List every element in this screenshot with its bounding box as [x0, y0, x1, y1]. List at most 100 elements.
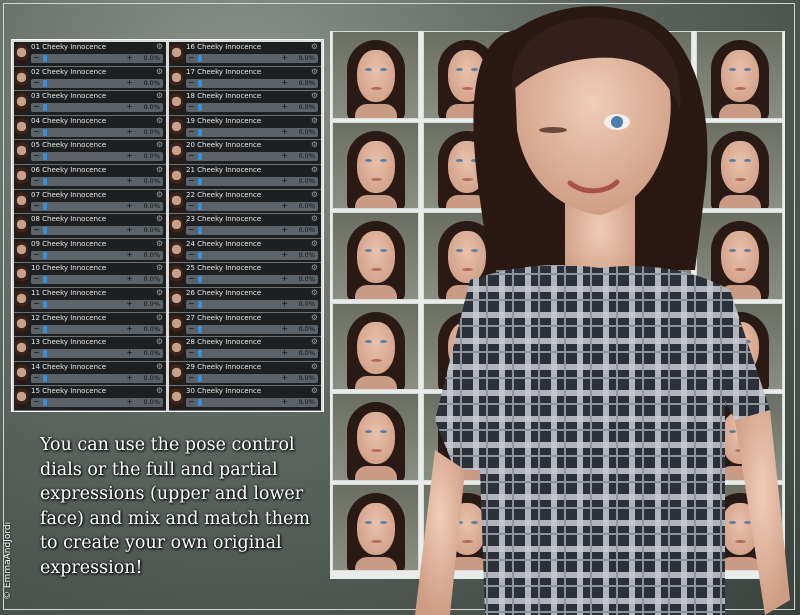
minus-icon[interactable]: − — [188, 324, 195, 333]
plus-icon[interactable]: + — [126, 78, 133, 87]
slider-handle[interactable] — [43, 104, 47, 112]
slider-track[interactable]: − +0.0% — [186, 53, 318, 63]
gear-icon[interactable]: ⚙ — [156, 337, 163, 346]
slider-handle[interactable] — [198, 350, 202, 358]
minus-icon[interactable]: − — [188, 348, 195, 357]
minus-icon[interactable]: − — [188, 102, 195, 111]
slider-track[interactable]: − +0.0% — [186, 102, 318, 113]
parameter-slider[interactable]: 03 Cheeky Innocence ⚙ − +0.0% — [14, 91, 166, 116]
parameter-slider[interactable]: 22 Cheeky Innocence ⚙ − +0.0% — [169, 189, 321, 215]
plus-icon[interactable]: + — [281, 348, 288, 357]
plus-icon[interactable]: + — [126, 225, 133, 234]
slider-track[interactable]: − +0.0% — [31, 324, 163, 334]
slider-handle[interactable] — [198, 128, 202, 136]
slider-handle[interactable] — [198, 202, 202, 210]
plus-icon[interactable]: + — [281, 102, 288, 111]
slider-handle[interactable] — [198, 300, 202, 308]
slider-handle[interactable] — [43, 300, 47, 308]
gear-icon[interactable]: ⚙ — [311, 67, 318, 76]
gear-icon[interactable]: ⚙ — [156, 140, 163, 149]
gear-icon[interactable]: ⚙ — [311, 190, 318, 199]
slider-handle[interactable] — [198, 276, 202, 284]
plus-icon[interactable]: + — [126, 324, 133, 333]
gear-icon[interactable]: ⚙ — [311, 214, 318, 223]
parameter-slider[interactable]: 10 Cheeky Innocence ⚙ − +0.0% — [14, 263, 166, 288]
gear-icon[interactable]: ⚙ — [156, 288, 163, 297]
minus-icon[interactable]: − — [188, 127, 195, 136]
slider-track[interactable]: − +0.0% — [186, 373, 318, 383]
minus-icon[interactable]: − — [33, 201, 40, 210]
slider-track[interactable]: − +0.0% — [186, 176, 318, 186]
slider-handle[interactable] — [198, 79, 202, 87]
gear-icon[interactable]: ⚙ — [311, 362, 318, 371]
parameter-slider[interactable]: 26 Cheeky Innocence ⚙ − +0.0% — [169, 287, 321, 313]
parameter-slider[interactable]: 08 Cheeky Innocence ⚙ − +0.0% — [14, 214, 166, 239]
parameter-slider[interactable]: 24 Cheeky Innocence ⚙ − +0.0% — [169, 238, 321, 264]
parameter-slider[interactable]: 07 Cheeky Innocence ⚙ − +0.0% — [14, 189, 166, 215]
slider-track[interactable]: − +0.0% — [186, 397, 318, 408]
plus-icon[interactable]: + — [126, 274, 133, 283]
minus-icon[interactable]: − — [188, 151, 195, 160]
plus-icon[interactable]: + — [281, 373, 288, 382]
gear-icon[interactable]: ⚙ — [156, 42, 163, 51]
gear-icon[interactable]: ⚙ — [311, 165, 318, 174]
plus-icon[interactable]: + — [126, 348, 133, 357]
parameter-slider[interactable]: 16 Cheeky Innocence ⚙ − +0.0% — [169, 42, 321, 67]
minus-icon[interactable]: − — [188, 201, 195, 210]
slider-track[interactable]: − +0.0% — [31, 53, 163, 63]
slider-handle[interactable] — [198, 177, 202, 185]
parameter-slider[interactable]: 12 Cheeky Innocence ⚙ − +0.0% — [14, 312, 166, 338]
slider-track[interactable]: − +0.0% — [31, 373, 163, 383]
slider-track[interactable]: − +0.0% — [186, 78, 318, 88]
minus-icon[interactable]: − — [188, 176, 195, 185]
slider-handle[interactable] — [43, 79, 47, 87]
slider-track[interactable]: − +0.0% — [186, 201, 318, 211]
slider-track[interactable]: − +0.0% — [186, 127, 318, 137]
plus-icon[interactable]: + — [126, 250, 133, 259]
plus-icon[interactable]: + — [126, 151, 133, 160]
minus-icon[interactable]: − — [33, 324, 40, 333]
minus-icon[interactable]: − — [188, 397, 195, 406]
gear-icon[interactable]: ⚙ — [156, 67, 163, 76]
minus-icon[interactable]: − — [33, 53, 40, 62]
slider-handle[interactable] — [43, 399, 47, 407]
plus-icon[interactable]: + — [126, 397, 133, 406]
gear-icon[interactable]: ⚙ — [156, 165, 163, 174]
slider-handle[interactable] — [43, 55, 47, 62]
plus-icon[interactable]: + — [281, 299, 288, 308]
plus-icon[interactable]: + — [281, 151, 288, 160]
slider-handle[interactable] — [198, 227, 202, 235]
gear-icon[interactable]: ⚙ — [311, 263, 318, 272]
minus-icon[interactable]: − — [33, 274, 40, 283]
minus-icon[interactable]: − — [188, 299, 195, 308]
parameter-slider[interactable]: 06 Cheeky Innocence ⚙ − +0.0% — [14, 164, 166, 190]
gear-icon[interactable]: ⚙ — [156, 116, 163, 125]
gear-icon[interactable]: ⚙ — [311, 313, 318, 322]
slider-handle[interactable] — [43, 325, 47, 333]
plus-icon[interactable]: + — [126, 127, 133, 136]
gear-icon[interactable]: ⚙ — [311, 337, 318, 346]
gear-icon[interactable]: ⚙ — [311, 140, 318, 149]
plus-icon[interactable]: + — [281, 78, 288, 87]
slider-handle[interactable] — [43, 374, 47, 382]
slider-track[interactable]: − +0.0% — [31, 151, 163, 162]
minus-icon[interactable]: − — [33, 299, 40, 308]
minus-icon[interactable]: − — [188, 225, 195, 234]
plus-icon[interactable]: + — [281, 250, 288, 259]
gear-icon[interactable]: ⚙ — [156, 91, 163, 100]
plus-icon[interactable]: + — [126, 201, 133, 210]
parameter-slider[interactable]: 11 Cheeky Innocence ⚙ − +0.0% — [14, 287, 166, 313]
parameter-slider[interactable]: 09 Cheeky Innocence ⚙ − +0.0% — [14, 238, 166, 264]
minus-icon[interactable]: − — [33, 225, 40, 234]
plus-icon[interactable]: + — [281, 225, 288, 234]
slider-handle[interactable] — [43, 153, 47, 161]
minus-icon[interactable]: − — [188, 53, 195, 62]
gear-icon[interactable]: ⚙ — [311, 42, 318, 51]
parameter-slider[interactable]: 20 Cheeky Innocence ⚙ − +0.0% — [169, 140, 321, 165]
slider-track[interactable]: − +0.0% — [31, 299, 163, 309]
slider-handle[interactable] — [43, 177, 47, 185]
slider-track[interactable]: − +0.0% — [31, 250, 163, 260]
plus-icon[interactable]: + — [126, 102, 133, 111]
slider-track[interactable]: − +0.0% — [31, 225, 163, 236]
slider-track[interactable]: − +0.0% — [31, 201, 163, 211]
